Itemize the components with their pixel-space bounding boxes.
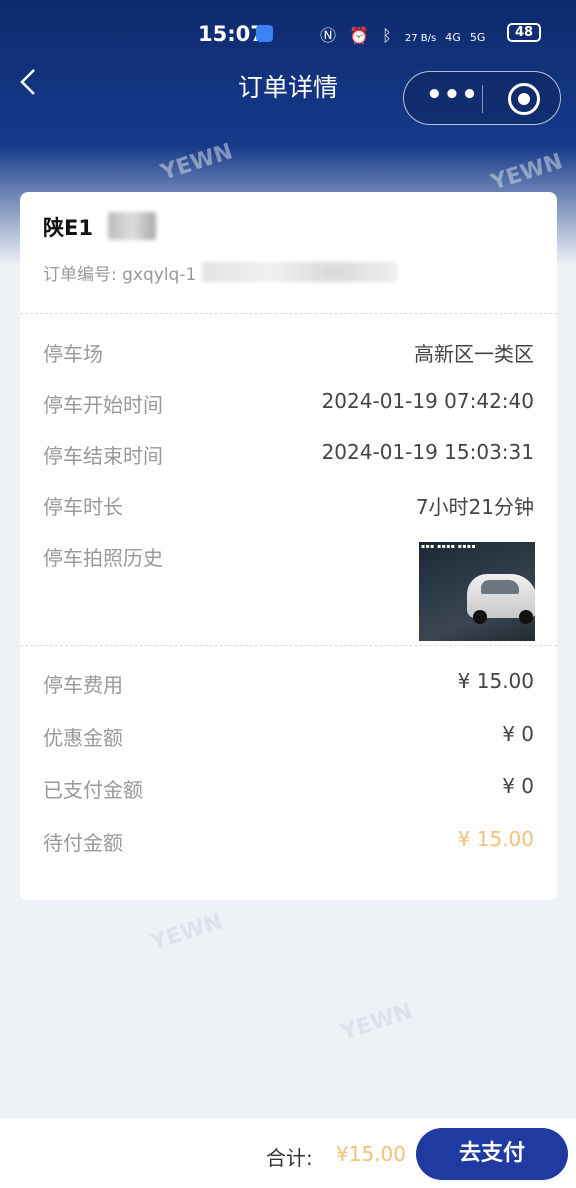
fee-label: 停车费用 [43, 673, 123, 697]
app-notification-icon [256, 25, 273, 42]
alarm-icon: ⏰ [349, 26, 374, 45]
fee-value: ¥ 0 [502, 722, 534, 746]
info-label: 停车时长 [43, 495, 123, 519]
car-wheel [519, 610, 533, 624]
order-detail-card: 陕E1 订单编号: gxqylq-1 停车场 高新区一类区 停车开始时间 202… [20, 192, 557, 900]
order-number-blur-mask [202, 262, 398, 282]
info-row-parking-lot: 停车场 高新区一类区 [43, 338, 534, 370]
watermark: YEWN [147, 909, 226, 956]
watermark: YEWN [337, 999, 416, 1046]
fee-label: 优惠金额 [43, 726, 123, 750]
total-label: 合计: [266, 1146, 313, 1170]
total-value: ¥15.00 [336, 1142, 406, 1166]
status-bar: 15:07 Ⓝ ⏰ ᛒ 27 B/s 4G 5G 48 [0, 0, 576, 66]
plate-number: 陕E1 [43, 216, 93, 240]
fee-row-parking-fee: 停车费用 ¥ 15.00 [43, 669, 534, 701]
fee-label: 待付金额 [43, 831, 123, 855]
capsule-divider [482, 85, 483, 113]
parking-photo-thumbnail[interactable]: ▪▪▪ ▪▪▪▪ ▪▪▪▪ [419, 542, 535, 641]
info-value: 高新区一类区 [414, 342, 534, 366]
info-label: 停车开始时间 [43, 393, 163, 417]
info-row-start-time: 停车开始时间 2024-01-19 07:42:40 [43, 389, 534, 421]
photo-timestamp-stamp: ▪▪▪ ▪▪▪▪ ▪▪▪▪ [421, 543, 477, 550]
divider [20, 645, 557, 646]
fee-value: ¥ 15.00 [457, 669, 534, 693]
plate-blur-mask [108, 212, 156, 240]
fee-value-due: ¥ 15.00 [457, 827, 534, 851]
info-row-duration: 停车时长 7小时21分钟 [43, 491, 534, 523]
info-label: 停车拍照历史 [43, 546, 163, 570]
info-value: 7小时21分钟 [415, 495, 534, 519]
more-dots-icon[interactable]: ••• [426, 82, 478, 110]
info-label: 停车结束时间 [43, 444, 163, 468]
fee-row-due: 待付金额 ¥ 15.00 [43, 827, 534, 859]
divider [20, 313, 557, 314]
info-value: 2024-01-19 07:42:40 [321, 389, 534, 413]
bluetooth-icon: ᛒ [382, 26, 396, 45]
info-row-end-time: 停车结束时间 2024-01-19 15:03:31 [43, 440, 534, 472]
battery-icon: 48 [507, 23, 541, 42]
fee-label: 已支付金额 [43, 778, 143, 802]
fee-value: ¥ 0 [502, 774, 534, 798]
status-icons: Ⓝ ⏰ ᛒ 27 B/s 4G 5G [320, 22, 485, 46]
car-wheel [473, 610, 487, 624]
fee-row-paid: 已支付金额 ¥ 0 [43, 774, 534, 806]
pay-button[interactable]: 去支付 [416, 1128, 568, 1180]
info-label: 停车场 [43, 342, 103, 366]
signal-4g: 4G [445, 31, 461, 44]
info-value: 2024-01-19 15:03:31 [321, 440, 534, 464]
nfc-icon: Ⓝ [320, 26, 341, 45]
mini-program-capsule: ••• [403, 71, 561, 125]
target-close-icon[interactable] [508, 83, 540, 115]
bottom-bar: 合计: ¥15.00 去支付 [0, 1118, 576, 1188]
signal-5g: 5G [469, 31, 486, 44]
fee-row-discount: 优惠金额 ¥ 0 [43, 722, 534, 754]
status-time: 15:07 [198, 22, 265, 46]
order-number: 订单编号: gxqylq-1 [43, 265, 197, 285]
net-speed: 27 B/s [404, 33, 437, 44]
